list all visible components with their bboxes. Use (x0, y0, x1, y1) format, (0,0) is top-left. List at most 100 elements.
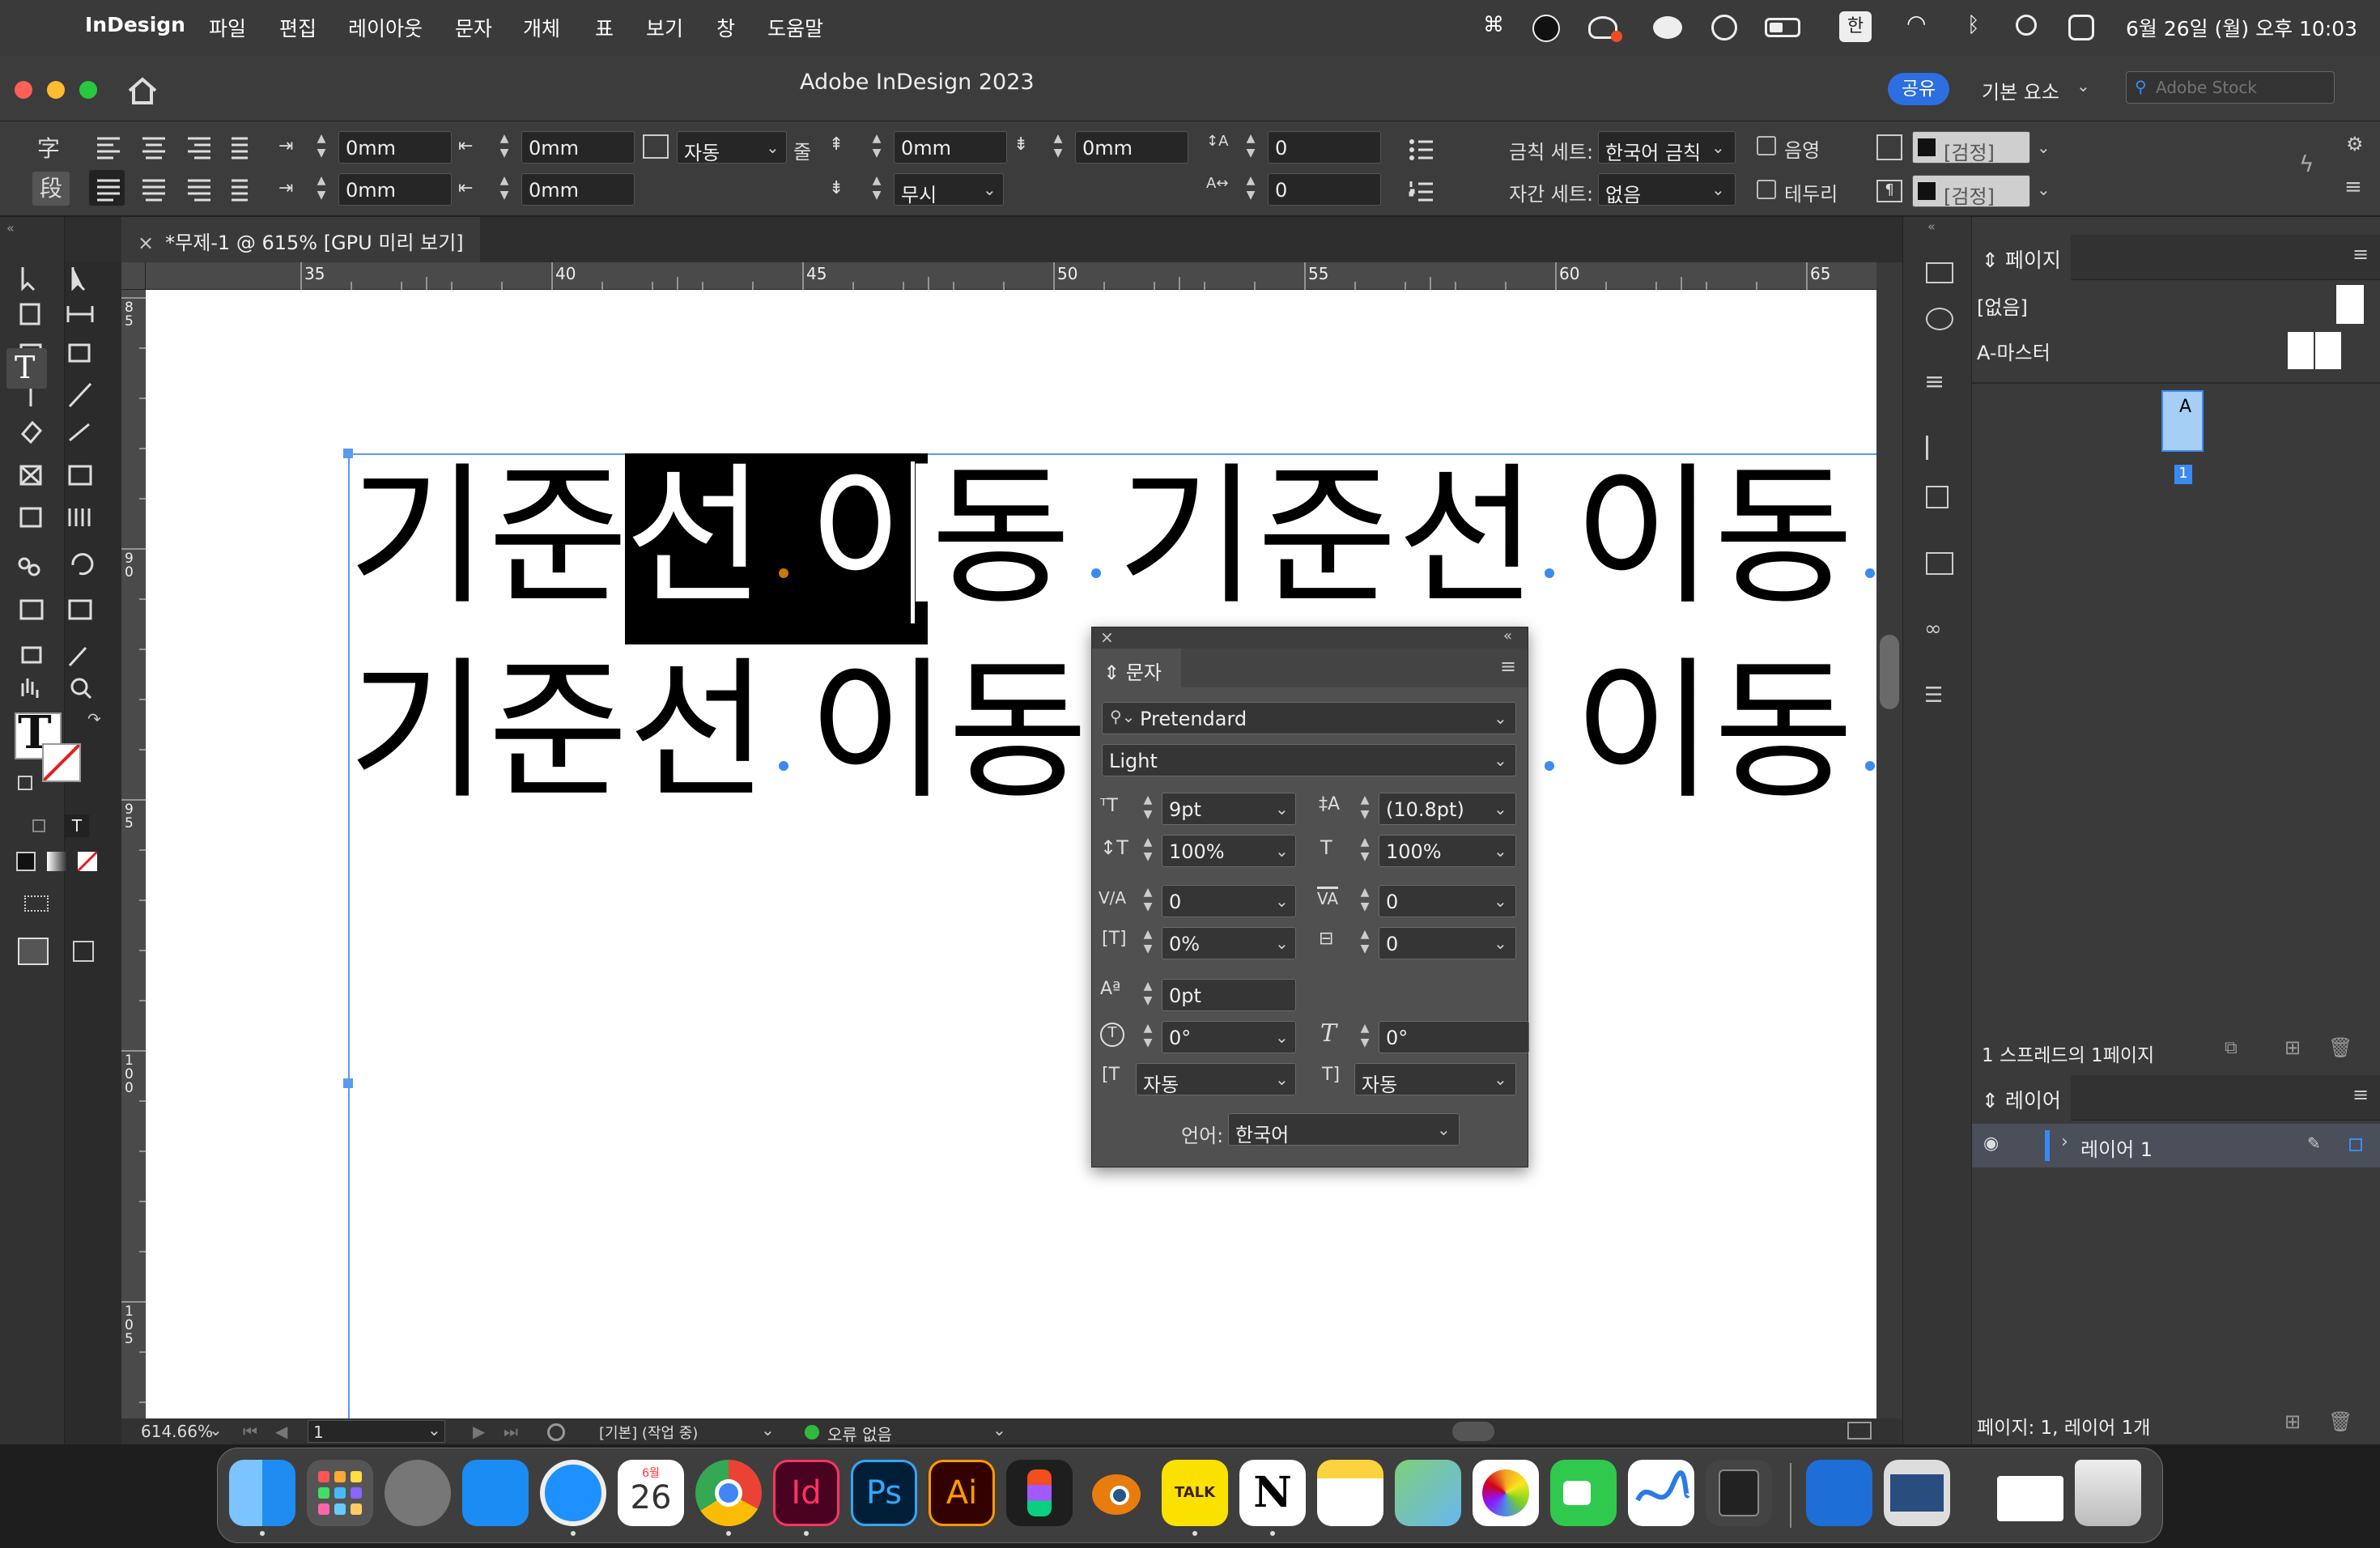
font-family-field[interactable]: Pretendard (1102, 702, 1516, 734)
lightning-icon[interactable]: ϟ (2299, 151, 2314, 177)
play-icon[interactable] (1711, 15, 1737, 40)
chevron-down-icon[interactable]: ⌄ (1275, 933, 1289, 953)
wifi-icon[interactable]: ◠ (1906, 10, 1926, 36)
app-store-icon[interactable] (462, 1460, 529, 1526)
collapse-icon[interactable]: « (1503, 627, 1512, 644)
close-icon[interactable]: × (1100, 627, 1114, 647)
share-button[interactable]: 공유 (1888, 73, 1949, 105)
numbered-list-icon[interactable] (1409, 180, 1434, 204)
command-icon[interactable]: ⌘ (1483, 13, 1504, 37)
type-tool-icon[interactable]: T (15, 350, 35, 385)
text-run[interactable]: 동 (931, 461, 1071, 614)
workspace-switcher[interactable]: 기본 요소 (1982, 76, 2059, 104)
pages-panel-header[interactable]: ⇕ 페이지 ≡ (1972, 235, 2380, 280)
eye-icon[interactable]: ◉ (1983, 1133, 1999, 1154)
figma-icon[interactable] (1006, 1460, 1073, 1526)
blender-icon[interactable] (1084, 1460, 1150, 1526)
close-tab-icon[interactable]: × (138, 232, 154, 254)
chevron-down-icon[interactable]: ⌄ (1275, 841, 1289, 861)
mojikumi-after-dropdown[interactable]: 자동 (1354, 1063, 1516, 1095)
last-page-icon[interactable]: ⏭ (504, 1422, 518, 1441)
space-after-stepper[interactable]: ▲ ▼ (1049, 131, 1067, 164)
font-size-stepper[interactable]: ▲ ▼ (1139, 793, 1157, 825)
paragraph-mode-button[interactable]: 段 (32, 172, 70, 206)
dropcap-lines-field[interactable]: 0 (1268, 131, 1381, 164)
notion-icon[interactable]: N (1239, 1460, 1306, 1526)
notes-icon[interactable] (1317, 1460, 1383, 1526)
a-master-label[interactable]: A-마스터 (1977, 337, 2051, 365)
menu-view[interactable]: 보기 (646, 13, 683, 42)
right-indent-field[interactable]: 0mm (521, 131, 635, 164)
keynote-icon[interactable] (1806, 1460, 1872, 1526)
preview-icon[interactable] (1884, 1460, 1950, 1526)
chevron-down-icon[interactable]: ⌄ (209, 1420, 223, 1440)
adobe-stock-search[interactable]: ⚲ (2126, 71, 2335, 104)
dropcap-chars-stepper[interactable]: ▲ ▼ (1242, 173, 1260, 206)
pages-tab[interactable]: ⇕ 페이지 (1972, 235, 2071, 280)
menu-edit[interactable]: 편집 (279, 13, 317, 42)
layers-panel-header[interactable]: ⇕ 레이어 ≡ (1972, 1075, 2380, 1121)
menu-help[interactable]: 도움말 (767, 13, 823, 42)
minimize-window-button[interactable] (47, 81, 65, 99)
menu-layout[interactable]: 레이아웃 (348, 13, 423, 42)
pathfinder-panel-icon[interactable] (1926, 486, 1949, 508)
battery-icon[interactable] (1765, 18, 1800, 37)
trash-icon[interactable]: 🗑 (2328, 1410, 2352, 1433)
first-indent-stepper[interactable]: ▲ ▼ (312, 173, 330, 206)
scrollbar-thumb[interactable] (1880, 635, 1899, 709)
stroke-panel-icon[interactable]: ≡ (1924, 368, 1944, 396)
language-dropdown[interactable]: 한국어 (1228, 1113, 1460, 1146)
chevron-down-icon[interactable]: ⌄ (1275, 1070, 1289, 1089)
align-icons-row1[interactable] (96, 134, 249, 162)
new-layer-icon[interactable]: ⊞ (2284, 1410, 2301, 1433)
default-colors-icon[interactable] (18, 776, 32, 790)
container-icon[interactable] (32, 819, 45, 832)
character-mode-button[interactable]: 字 (37, 131, 60, 164)
horizontal-scale-stepper[interactable]: ▲ ▼ (1356, 835, 1374, 867)
character-tab[interactable]: ⇕ 문자 (1092, 649, 1181, 687)
text-run[interactable]: 이동 (1574, 656, 1854, 808)
baseline-shift-field[interactable]: 0pt (1162, 979, 1296, 1011)
menu-object[interactable]: 개체 (523, 13, 560, 42)
app-menu[interactable]: InDesign (85, 13, 185, 36)
grid-ignore-stepper[interactable]: ▲ ▼ (868, 173, 886, 206)
tsume-stepper[interactable]: ▲ ▼ (1139, 927, 1157, 959)
facetime-icon[interactable] (1550, 1460, 1617, 1526)
close-window-button[interactable] (15, 81, 32, 99)
trash-icon[interactable] (2075, 1460, 2141, 1526)
trash-icon[interactable]: 🗑 (2328, 1036, 2352, 1059)
links-panel-icon[interactable]: ∞ (1924, 617, 1942, 641)
chevron-down-icon[interactable]: ⌄ (1494, 708, 1507, 728)
chevron-down-icon[interactable]: ⌄ (1494, 1070, 1507, 1089)
selected-text[interactable]: 선 (625, 461, 765, 614)
left-indent-stepper[interactable]: ▲ ▼ (312, 131, 330, 164)
gear-icon[interactable]: ⚙ (2346, 133, 2364, 155)
border-color-field[interactable]: [검정] (1912, 175, 2030, 207)
chevron-down-icon[interactable]: ⌄ (1494, 841, 1507, 861)
chevron-down-icon[interactable]: ⌄ (1437, 1120, 1451, 1139)
zoom-level[interactable]: 614.66% (141, 1422, 213, 1441)
document-tab[interactable]: × *무제-1 @ 615% [GPU 미리 보기] (121, 217, 480, 262)
baseline-shift-stepper[interactable]: ▲ ▼ (1139, 979, 1157, 1011)
collapse-icon[interactable]: « (1927, 219, 1936, 234)
text-run[interactable]: 이동 (1574, 461, 1854, 614)
spotlight-icon[interactable] (2016, 15, 2037, 36)
preflight-profile[interactable]: [기본] (작업 중) (599, 1422, 698, 1443)
safari-icon[interactable] (540, 1460, 606, 1526)
layers-tab[interactable]: ⇕ 레이어 (1972, 1075, 2071, 1121)
new-page-icon[interactable]: ⊞ (2284, 1036, 2301, 1059)
space-after-field[interactable]: 0mm (1075, 131, 1188, 164)
none-master-thumb[interactable] (2336, 285, 2364, 324)
page-size-icon[interactable]: ⧉ (2225, 1038, 2238, 1058)
panel-drag-bar[interactable] (1092, 627, 1528, 649)
right-indent-stepper[interactable]: ▲ ▼ (495, 131, 513, 164)
menu-window[interactable]: 창 (716, 13, 735, 42)
page-field[interactable]: 1 (308, 1420, 445, 1443)
photos-icon[interactable] (1473, 1460, 1539, 1526)
none-master-label[interactable]: [없음] (1977, 291, 2028, 320)
vertical-scrollbar[interactable] (1876, 262, 1902, 1418)
vertical-scale-stepper[interactable]: ▲ ▼ (1139, 835, 1157, 867)
panel-menu-icon[interactable]: ≡ (2352, 243, 2369, 266)
swatches-panel-icon[interactable] (1926, 308, 1953, 330)
indesign-icon[interactable]: Id (773, 1460, 839, 1526)
